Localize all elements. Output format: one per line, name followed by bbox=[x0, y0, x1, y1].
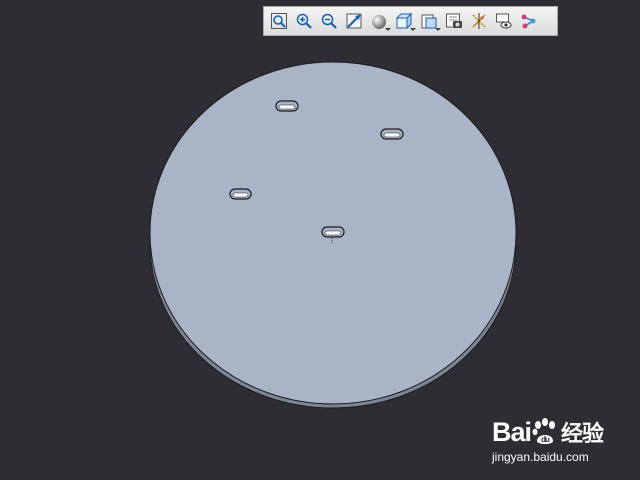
graphics-viewport[interactable]: Bai du 经验 jingyan.baidu.com bbox=[0, 0, 640, 480]
screenshot-icon bbox=[446, 13, 462, 28]
zoom-in-icon bbox=[296, 13, 312, 29]
watermark-logo: Bai du 经验 bbox=[492, 416, 604, 448]
watermark-brand-latin: Bai bbox=[492, 417, 532, 447]
screenshot-button[interactable] bbox=[443, 10, 465, 32]
slot-hole[interactable] bbox=[321, 226, 345, 238]
zoom-out-icon bbox=[321, 13, 337, 29]
slot-hole[interactable] bbox=[275, 100, 299, 112]
zoom-in-button[interactable] bbox=[293, 10, 315, 32]
annotation-display-button[interactable] bbox=[518, 10, 540, 32]
view-orientation-button[interactable] bbox=[393, 10, 416, 32]
slot-hole[interactable] bbox=[229, 188, 252, 200]
zoom-fit-icon bbox=[346, 13, 362, 29]
zoom-window-button[interactable] bbox=[268, 10, 290, 32]
paw-text: du bbox=[541, 435, 550, 444]
dropdown-arrow-icon bbox=[385, 28, 391, 31]
show-hide-button[interactable] bbox=[493, 10, 515, 32]
zoom-out-button[interactable] bbox=[318, 10, 340, 32]
baidu-jingyan-watermark: Bai du 经验 jingyan.baidu.com bbox=[490, 410, 630, 472]
slot-hole[interactable] bbox=[380, 128, 404, 140]
display-style-button[interactable] bbox=[368, 10, 391, 32]
3d-part-view[interactable] bbox=[0, 0, 640, 480]
named-views-button[interactable] bbox=[418, 10, 441, 32]
show-hide-icon bbox=[496, 13, 512, 29]
datum-display-icon bbox=[472, 13, 486, 29]
paw-icon: du bbox=[532, 418, 556, 444]
dropdown-arrow-icon bbox=[410, 28, 416, 31]
zoom-fit-button[interactable] bbox=[343, 10, 365, 32]
datum-display-button[interactable] bbox=[468, 10, 490, 32]
dropdown-arrow-icon bbox=[435, 28, 441, 31]
annotation-display-icon bbox=[521, 14, 536, 29]
watermark-brand-cn: 经验 bbox=[561, 421, 604, 446]
zoom-window-icon bbox=[271, 13, 287, 29]
watermark-url: jingyan.baidu.com bbox=[492, 450, 589, 464]
view-toolbar bbox=[263, 6, 558, 36]
